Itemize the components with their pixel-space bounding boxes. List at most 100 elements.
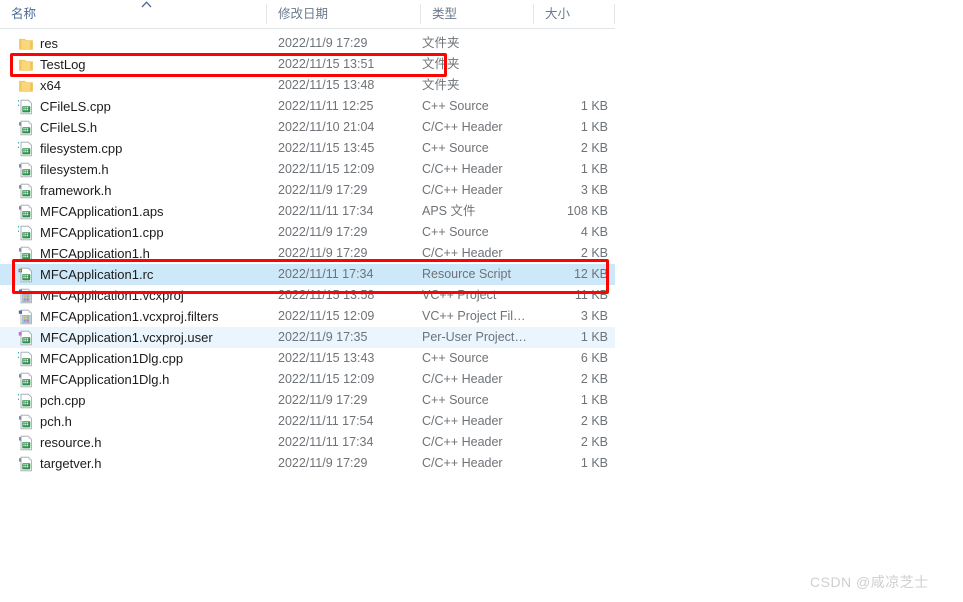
file-name-cell[interactable]: MFCApplication1.vcxproj <box>18 285 184 306</box>
cpp-source-icon <box>18 99 34 115</box>
file-row[interactable]: framework.h 2022/11/9 17:29 C/C++ Header 3 … <box>0 180 615 201</box>
column-header-date[interactable]: 修改日期 <box>267 0 420 28</box>
file-date-cell: 2022/11/15 12:09 <box>278 309 375 323</box>
file-name-cell[interactable]: MFCApplication1Dlg.h <box>18 369 169 390</box>
file-type-cell: 文件夹 <box>422 78 460 92</box>
file-row[interactable]: targetver.h 2022/11/9 17:29 C/C++ Header 1 … <box>0 453 615 474</box>
file-name-cell[interactable]: pch.h <box>18 411 72 432</box>
file-name-label: MFCApplication1Dlg.h <box>40 372 170 387</box>
file-row[interactable]: pch.cpp 2022/11/9 17:29 C++ Source 1 KB <box>0 390 615 411</box>
file-date-cell: 2022/11/15 12:09 <box>278 372 375 386</box>
file-row[interactable]: MFCApplication1.cpp 2022/11/9 17:29 C++ So… <box>0 222 615 243</box>
column-header-type[interactable]: 类型 <box>421 0 533 28</box>
column-header-type-label: 类型 <box>432 7 458 21</box>
file-type-cell: 文件夹 <box>422 57 460 71</box>
file-name-cell[interactable]: filesystem.cpp <box>18 138 122 159</box>
file-name-cell[interactable]: MFCApplication1.cpp <box>18 222 164 243</box>
file-type-cell: C/C++ Header <box>422 435 503 449</box>
file-type-cell: C/C++ Header <box>422 183 503 197</box>
file-name-cell[interactable]: MFCApplication1Dlg.cpp <box>18 348 183 369</box>
file-name-cell[interactable]: CFileLS.cpp <box>18 96 111 117</box>
file-row[interactable]: MFCApplication1.vcxproj.filters 2022/11/1… <box>0 306 615 327</box>
file-date-cell: 2022/11/11 12:25 <box>278 99 374 113</box>
file-type-cell: C/C++ Header <box>422 246 503 260</box>
file-name-cell[interactable]: CFileLS.h <box>18 117 97 138</box>
file-date-cell: 2022/11/9 17:29 <box>278 36 368 50</box>
cpp-source-icon <box>18 393 34 409</box>
column-header-name-label: 名称 <box>11 7 37 21</box>
file-row[interactable]: MFCApplication1Dlg.h 2022/11/15 12:09 C/C+… <box>0 369 615 390</box>
column-header-size[interactable]: 大小 <box>534 0 614 28</box>
file-name-cell[interactable]: filesystem.h <box>18 159 109 180</box>
file-name-cell[interactable]: MFCApplication1.vcxproj.filters <box>18 306 218 327</box>
file-size-cell: 12 KB <box>573 267 608 281</box>
file-type-cell: C++ Source <box>422 99 489 113</box>
file-row[interactable]: CFileLS.h 2022/11/10 21:04 C/C++ Header 1 K… <box>0 117 615 138</box>
file-row[interactable]: resource.h 2022/11/11 17:34 C/C++ Header 2 … <box>0 432 615 453</box>
file-name-cell[interactable]: MFCApplication1.h <box>18 243 150 264</box>
file-name-label: CFileLS.h <box>40 120 98 135</box>
file-name-cell[interactable]: pch.cpp <box>18 390 86 411</box>
file-name-cell[interactable]: targetver.h <box>18 453 101 474</box>
folder-icon <box>18 36 34 52</box>
file-row[interactable]: MFCApplication1Dlg.cpp 2022/11/15 13:43 C+… <box>0 348 615 369</box>
file-row[interactable]: MFCApplication1.vcxproj 2022/11/15 13:58 V… <box>0 285 615 306</box>
file-name-label: framework.h <box>40 183 112 198</box>
file-name-label: MFCApplication1.rc <box>40 267 154 282</box>
file-size-cell: 1 KB <box>580 330 608 344</box>
file-type-cell: C/C++ Header <box>422 414 503 428</box>
cpp-header-icon <box>18 435 34 451</box>
file-name-label: MFCApplication1.vcxproj.user <box>40 330 213 345</box>
file-type-cell: C/C++ Header <box>422 162 503 176</box>
file-date-cell: 2022/11/15 13:51 <box>278 57 375 71</box>
file-name-cell[interactable]: MFCApplication1.vcxproj.user <box>18 327 213 348</box>
file-size-cell: 2 KB <box>580 435 608 449</box>
file-row[interactable]: MFCApplication1.rc 2022/11/11 17:34 Resour… <box>0 264 615 285</box>
file-size-cell: 11 KB <box>574 288 608 302</box>
file-name-cell[interactable]: MFCApplication1.rc <box>18 264 153 285</box>
file-row[interactable]: MFCApplication1.h 2022/11/9 17:29 C/C++ He… <box>0 243 615 264</box>
file-row[interactable]: pch.h 2022/11/11 17:54 C/C++ Header 2 KB <box>0 411 615 432</box>
file-name-label: res <box>40 36 59 51</box>
file-type-cell: C++ Source <box>422 351 489 365</box>
file-size-cell: 1 KB <box>580 120 608 134</box>
file-row[interactable]: filesystem.cpp 2022/11/15 13:45 C++ Source… <box>0 138 615 159</box>
file-row[interactable]: x64 2022/11/15 13:48 文件夹 <box>0 75 615 96</box>
file-row[interactable]: res 2022/11/9 17:29 文件夹 <box>0 33 615 54</box>
file-size-cell: 1 KB <box>580 162 608 176</box>
column-header-name[interactable]: 名称 <box>0 0 266 28</box>
file-type-cell: C/C++ Header <box>422 372 503 386</box>
file-name-cell[interactable]: framework.h <box>18 180 112 201</box>
file-date-cell: 2022/11/11 17:34 <box>278 267 374 281</box>
file-row[interactable]: filesystem.h 2022/11/15 12:09 C/C++ Header… <box>0 159 615 180</box>
file-name-cell[interactable]: MFCApplication1.aps <box>18 201 164 222</box>
file-name-label: targetver.h <box>40 456 102 471</box>
file-date-cell: 2022/11/15 12:09 <box>278 162 375 176</box>
cpp-source-icon <box>18 225 34 241</box>
file-size-cell: 6 KB <box>580 351 608 365</box>
file-name-cell[interactable]: resource.h <box>18 432 101 453</box>
file-explorer-list-view: 名称 修改日期 类型 大小 res 2022/11/9 17:29 文件夹 TestL… <box>0 0 963 602</box>
file-date-cell: 2022/11/11 17:34 <box>278 204 374 218</box>
file-type-cell: VC++ Project <box>422 288 497 302</box>
file-row[interactable]: TestLog 2022/11/15 13:51 文件夹 <box>0 54 615 75</box>
file-size-cell: 2 KB <box>580 246 608 260</box>
file-name-cell[interactable]: x64 <box>18 75 61 96</box>
cpp-header-icon <box>18 204 34 220</box>
cpp-header-icon <box>18 414 34 430</box>
file-date-cell: 2022/11/15 13:45 <box>278 141 375 155</box>
column-divider-4[interactable] <box>614 4 615 24</box>
folder-icon <box>18 57 34 73</box>
file-row[interactable]: MFCApplication1.aps 2022/11/11 17:34 APS 文… <box>0 201 615 222</box>
file-row[interactable]: MFCApplication1.vcxproj.user 2022/11/9 17… <box>0 327 615 348</box>
file-name-label: pch.cpp <box>40 393 86 408</box>
file-row[interactable]: CFileLS.cpp 2022/11/11 12:25 C++ Source 1 K… <box>0 96 615 117</box>
file-list: res 2022/11/9 17:29 文件夹 TestLog 2022/11/15 1… <box>0 33 615 474</box>
file-name-cell[interactable]: TestLog <box>18 54 86 75</box>
file-date-cell: 2022/11/9 17:29 <box>278 246 368 260</box>
file-type-cell: C++ Source <box>422 141 489 155</box>
file-date-cell: 2022/11/9 17:29 <box>278 225 368 239</box>
cpp-header-icon <box>18 183 34 199</box>
file-name-cell[interactable]: res <box>18 33 58 54</box>
resource-script-icon <box>18 267 34 283</box>
